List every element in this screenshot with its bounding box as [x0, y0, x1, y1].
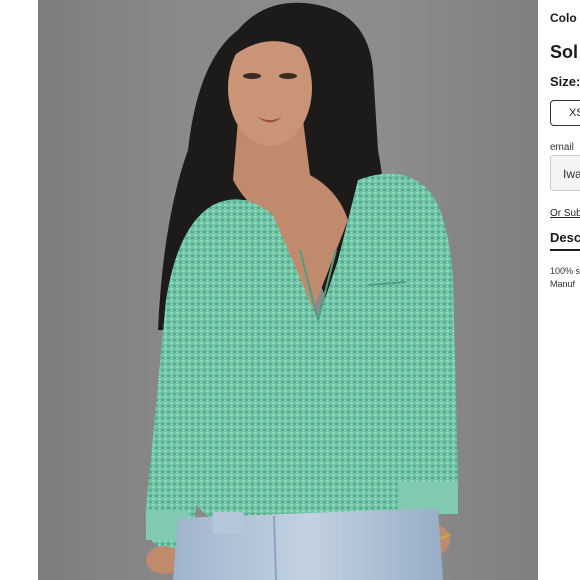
size-label: Size:	[550, 74, 580, 89]
tab-description[interactable]: Desc	[550, 230, 580, 251]
size-option-xs-button[interactable]: XS	[550, 100, 580, 126]
product-details-panel: Colo Sol Size: XS email Iwa Or Sub Desc …	[538, 0, 580, 580]
model-wearing-green-blouse-image	[145, 2, 458, 580]
left-gutter	[0, 0, 38, 580]
description-text-line: 100% s	[550, 266, 580, 276]
subscribe-link[interactable]: Or Sub	[550, 208, 580, 219]
product-title: Sol	[550, 42, 579, 62]
color-label: Colo	[550, 11, 577, 25]
description-text-line: Manuf	[550, 279, 576, 289]
product-photo	[38, 0, 538, 580]
email-label: email	[550, 142, 574, 153]
email-input[interactable]: Iwa	[550, 155, 580, 191]
